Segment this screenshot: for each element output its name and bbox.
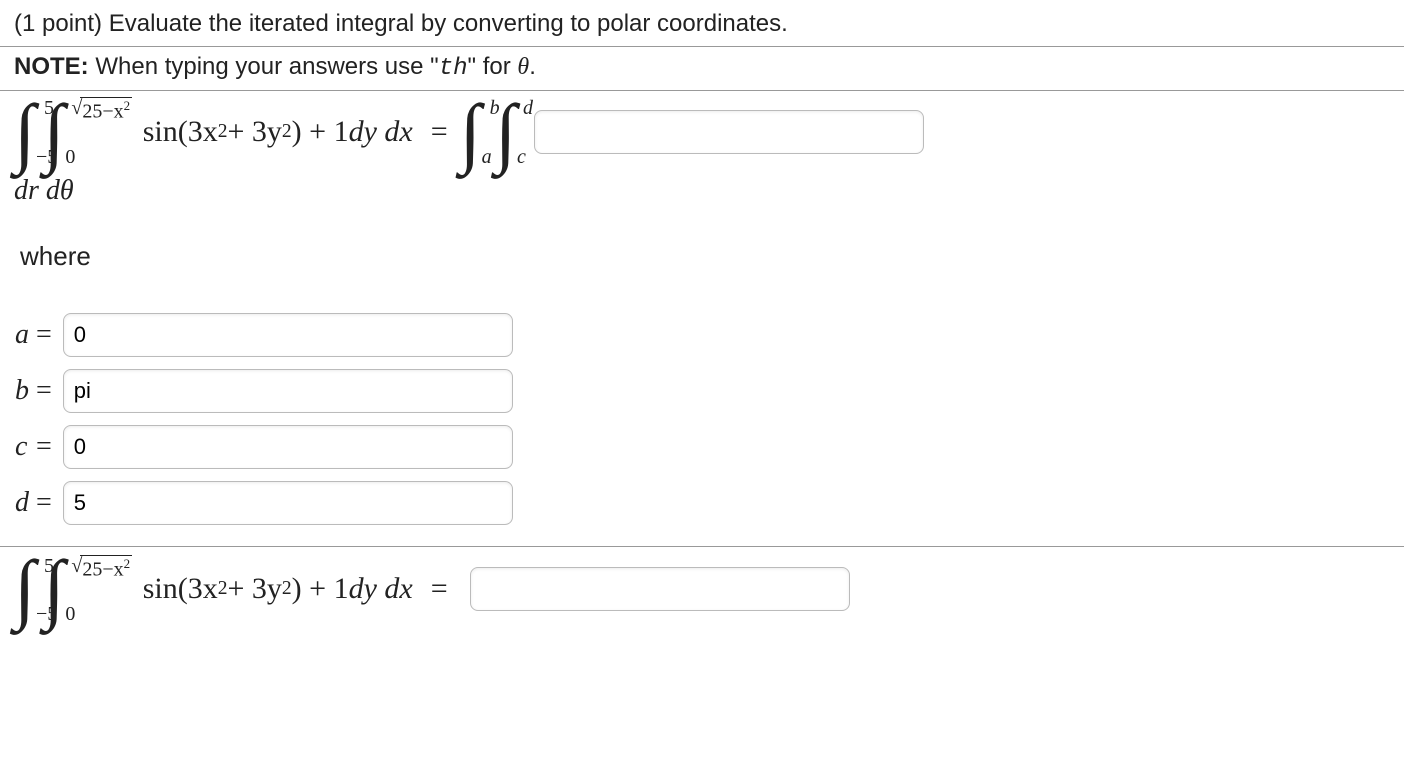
- polar-inner-lower: c: [517, 146, 526, 169]
- bound-c-eq: =: [35, 424, 62, 470]
- inner-lower-2: 0: [65, 603, 75, 626]
- theta-symbol: θ: [517, 54, 529, 80]
- outer-integral-2: ∫ 5 −5: [14, 557, 35, 619]
- bound-d-input[interactable]: [63, 481, 513, 525]
- bound-row-b: b =: [14, 368, 514, 414]
- polar-outer-integral: ∫ b a: [460, 101, 481, 163]
- bound-a-label: a: [14, 312, 35, 358]
- integrand-input[interactable]: [534, 110, 924, 154]
- final-answer-input[interactable]: [470, 567, 850, 611]
- integrand-expression-2: sin(3x2 + 3y2) + 1 dy dx: [143, 572, 413, 606]
- bound-a-eq: =: [35, 312, 62, 358]
- polar-inner-upper: d: [523, 97, 533, 120]
- bound-d-label: d: [14, 480, 35, 526]
- bounds-table: a = b = c = d =: [14, 302, 514, 536]
- polar-integral-block: ∫ b a ∫ d c: [460, 101, 525, 163]
- where-label: where: [0, 207, 1404, 302]
- outer-integral-1: ∫ 5 −5: [14, 101, 35, 163]
- note-label: NOTE:: [14, 53, 89, 80]
- inner-upper-2: √25−x2: [71, 555, 132, 582]
- bound-c-label: c: [14, 424, 35, 470]
- bound-a-input[interactable]: [63, 313, 513, 357]
- bound-row-d: d =: [14, 480, 514, 526]
- inner-integral-1: ∫ √25−x2 0: [43, 101, 108, 163]
- note-period: .: [529, 53, 536, 80]
- dr-dtheta-label: dr dθ: [0, 175, 1404, 207]
- bound-row-a: a =: [14, 312, 514, 358]
- equals-2: =: [431, 572, 448, 606]
- bound-c-input[interactable]: [63, 425, 513, 469]
- bound-b-label: b: [14, 368, 35, 414]
- note-text-before: When typing your answers use ": [95, 53, 438, 80]
- equals-1: =: [431, 115, 448, 149]
- polar-inner-integral: ∫ d c: [495, 101, 516, 163]
- bound-d-eq: =: [35, 480, 62, 526]
- bound-b-input[interactable]: [63, 369, 513, 413]
- inner-lower-1: 0: [65, 146, 75, 169]
- problem-header: (1 point) Evaluate the iterated integral…: [0, 0, 1404, 46]
- problem-prompt: Evaluate the iterated integral by conver…: [109, 10, 788, 37]
- inner-upper-1: √25−x2: [71, 97, 132, 124]
- integral-conversion-row: ∫ 5 −5 ∫ √25−x2 0 sin(3x2 + 3y2) + 1 dy …: [0, 90, 1404, 167]
- final-integral-row: ∫ 5 −5 ∫ √25−x2 0 sin(3x2 + 3y2) + 1 dy …: [0, 546, 1404, 623]
- integrand-expression-1: sin(3x2 + 3y2) + 1 dy dx: [143, 115, 413, 149]
- note-row: NOTE: When typing your answers use "th" …: [0, 46, 1404, 90]
- note-text-after: " for: [468, 53, 518, 80]
- points-label: (1 point): [14, 10, 102, 37]
- bound-row-c: c =: [14, 424, 514, 470]
- inner-integral-2: ∫ √25−x2 0: [43, 557, 108, 619]
- polar-outer-lower: a: [482, 146, 492, 169]
- note-code: th: [439, 55, 468, 82]
- bound-b-eq: =: [35, 368, 62, 414]
